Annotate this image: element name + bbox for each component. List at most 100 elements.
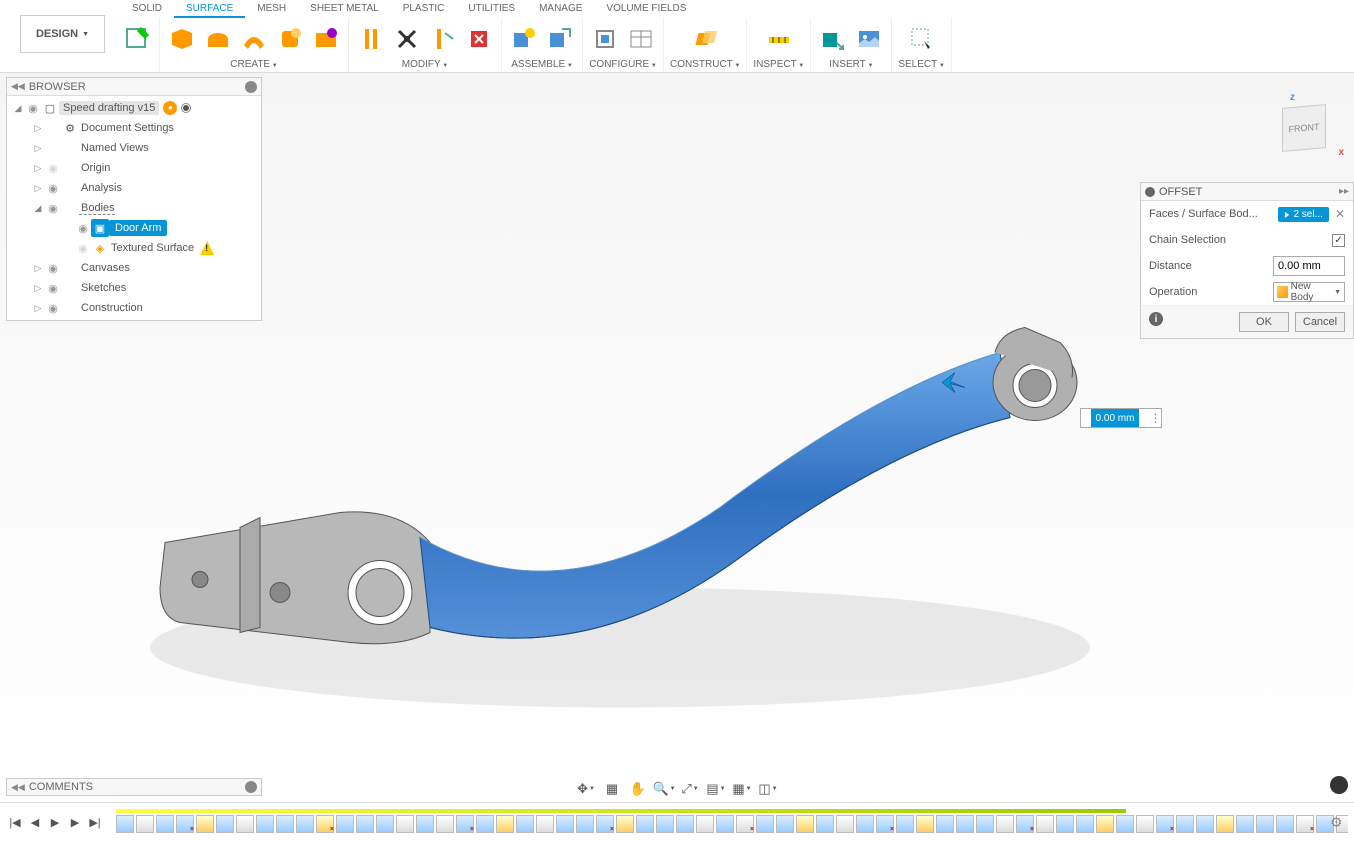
- timeline-feature[interactable]: [216, 815, 234, 833]
- ok-button[interactable]: OK: [1239, 312, 1289, 332]
- operation-select[interactable]: New Body: [1273, 282, 1345, 302]
- tree-item-construction[interactable]: ▷ ◉ Construction: [7, 298, 261, 318]
- tree-item-door-arm[interactable]: ◉ ▣ Door Arm: [7, 218, 261, 238]
- visibility-eye-icon[interactable]: ◉: [45, 202, 61, 215]
- split-icon[interactable]: [391, 23, 423, 55]
- visibility-eye-icon[interactable]: ◉: [75, 222, 91, 235]
- configure-dropdown[interactable]: CONFIGURE: [589, 59, 657, 72]
- grid-settings-icon[interactable]: ▦: [733, 780, 751, 798]
- timeline-feature[interactable]: [1056, 815, 1074, 833]
- revolve-icon[interactable]: [202, 23, 234, 55]
- timeline-feature[interactable]: [796, 815, 814, 833]
- timeline-end-icon[interactable]: ▶|: [86, 814, 104, 832]
- radio-active-icon[interactable]: [181, 103, 191, 113]
- expand-arrow-icon[interactable]: ▷: [31, 303, 45, 314]
- zoom-icon[interactable]: 🔍: [655, 780, 673, 798]
- tab-sheet-metal[interactable]: SHEET METAL: [298, 0, 391, 18]
- timeline-feature[interactable]: [1176, 815, 1194, 833]
- look-at-icon[interactable]: ▦: [603, 780, 621, 798]
- config-table-icon[interactable]: [625, 23, 657, 55]
- tree-item-document-settings[interactable]: ▷ ⚙ Document Settings: [7, 118, 261, 138]
- inspect-measure-icon[interactable]: [763, 23, 795, 55]
- browser-close-icon[interactable]: [245, 81, 257, 93]
- expand-arrow-icon[interactable]: ▷: [31, 263, 45, 274]
- timeline-feature[interactable]: ×: [1296, 815, 1314, 833]
- viewcube-face[interactable]: FRONT: [1282, 104, 1326, 152]
- timeline-feature[interactable]: [1036, 815, 1054, 833]
- timeline-feature[interactable]: [936, 815, 954, 833]
- timeline-feature[interactable]: [696, 815, 714, 833]
- timeline-feature[interactable]: ×: [316, 815, 334, 833]
- visibility-eye-icon[interactable]: ◉: [75, 242, 91, 255]
- timeline-feature[interactable]: [756, 815, 774, 833]
- timeline-start-icon[interactable]: |◀: [6, 814, 24, 832]
- delete-icon[interactable]: [463, 23, 495, 55]
- tab-solid[interactable]: SOLID: [120, 0, 174, 18]
- new-component-icon[interactable]: [508, 23, 540, 55]
- modify-dropdown[interactable]: MODIFY: [402, 59, 449, 72]
- timeline-next-icon[interactable]: ▶: [66, 814, 84, 832]
- timeline-feature[interactable]: [436, 815, 454, 833]
- timeline-feature[interactable]: [576, 815, 594, 833]
- timeline-feature[interactable]: [336, 815, 354, 833]
- timeline-feature[interactable]: ×: [456, 815, 474, 833]
- timeline-feature[interactable]: [856, 815, 874, 833]
- timeline-feature[interactable]: [1216, 815, 1234, 833]
- loft-icon[interactable]: [274, 23, 306, 55]
- tree-item-named-views[interactable]: ▷ Named Views: [7, 138, 261, 158]
- visibility-eye-icon[interactable]: ◉: [45, 162, 61, 175]
- timeline-feature[interactable]: [136, 815, 154, 833]
- timeline-feature[interactable]: [1136, 815, 1154, 833]
- timeline-feature[interactable]: [996, 815, 1014, 833]
- design-workspace-button[interactable]: DESIGN: [20, 15, 105, 53]
- expand-arrow-icon[interactable]: ▷: [31, 183, 45, 194]
- viewcube[interactable]: z FRONT x: [1276, 98, 1336, 158]
- construct-dropdown[interactable]: CONSTRUCT: [670, 59, 740, 72]
- joint-icon[interactable]: [544, 23, 576, 55]
- timeline-feature[interactable]: [816, 815, 834, 833]
- comments-close-icon[interactable]: [245, 781, 257, 793]
- visibility-eye-icon[interactable]: ◉: [45, 302, 61, 315]
- timeline-feature[interactable]: [916, 815, 934, 833]
- timeline-feature[interactable]: [616, 815, 634, 833]
- timeline-feature[interactable]: [236, 815, 254, 833]
- expand-arrow-icon[interactable]: ▷: [31, 163, 45, 174]
- tree-item-analysis[interactable]: ▷ ◉ Analysis: [7, 178, 261, 198]
- assemble-dropdown[interactable]: ASSEMBLE: [511, 59, 573, 72]
- select-dropdown[interactable]: SELECT: [898, 59, 945, 72]
- timeline-feature[interactable]: [276, 815, 294, 833]
- fit-icon[interactable]: ⤢: [681, 780, 699, 798]
- pin-icon[interactable]: ▸▸: [1339, 186, 1349, 197]
- create-dropdown[interactable]: CREATE: [230, 59, 277, 72]
- sweep-icon[interactable]: [238, 23, 270, 55]
- timeline-feature[interactable]: [376, 815, 394, 833]
- timeline-prev-icon[interactable]: ◀: [26, 814, 44, 832]
- timeline-feature[interactable]: [536, 815, 554, 833]
- tree-item-bodies[interactable]: ◢ ◉ Bodies: [7, 198, 261, 218]
- insert-derive-icon[interactable]: [817, 23, 849, 55]
- timeline-feature[interactable]: [516, 815, 534, 833]
- selection-badge[interactable]: 2 sel...: [1278, 207, 1329, 222]
- distance-input[interactable]: [1273, 256, 1345, 276]
- timeline-feature[interactable]: ×: [596, 815, 614, 833]
- timeline-feature[interactable]: [896, 815, 914, 833]
- timeline-feature[interactable]: [196, 815, 214, 833]
- timeline-feature[interactable]: [1276, 815, 1294, 833]
- timeline-feature[interactable]: [1196, 815, 1214, 833]
- timeline-feature[interactable]: [1116, 815, 1134, 833]
- timeline-feature[interactable]: [396, 815, 414, 833]
- expand-arrow-icon[interactable]: ▷: [31, 143, 45, 154]
- timeline-feature[interactable]: [1236, 815, 1254, 833]
- patch-icon[interactable]: [310, 23, 342, 55]
- timeline-feature[interactable]: [976, 815, 994, 833]
- visibility-eye-icon[interactable]: ◉: [45, 182, 61, 195]
- insert-image-icon[interactable]: [853, 23, 885, 55]
- visibility-eye-icon[interactable]: ◉: [25, 102, 41, 115]
- tree-item-textured-surface[interactable]: ◉ ◈ Textured Surface: [7, 238, 261, 258]
- expand-arrow-icon[interactable]: ▷: [31, 123, 45, 134]
- timeline-feature[interactable]: ×: [736, 815, 754, 833]
- browser-collapse-icon[interactable]: ◀◀: [11, 81, 25, 92]
- press-pull-icon[interactable]: [355, 23, 387, 55]
- trim-icon[interactable]: [427, 23, 459, 55]
- timeline-feature[interactable]: [416, 815, 434, 833]
